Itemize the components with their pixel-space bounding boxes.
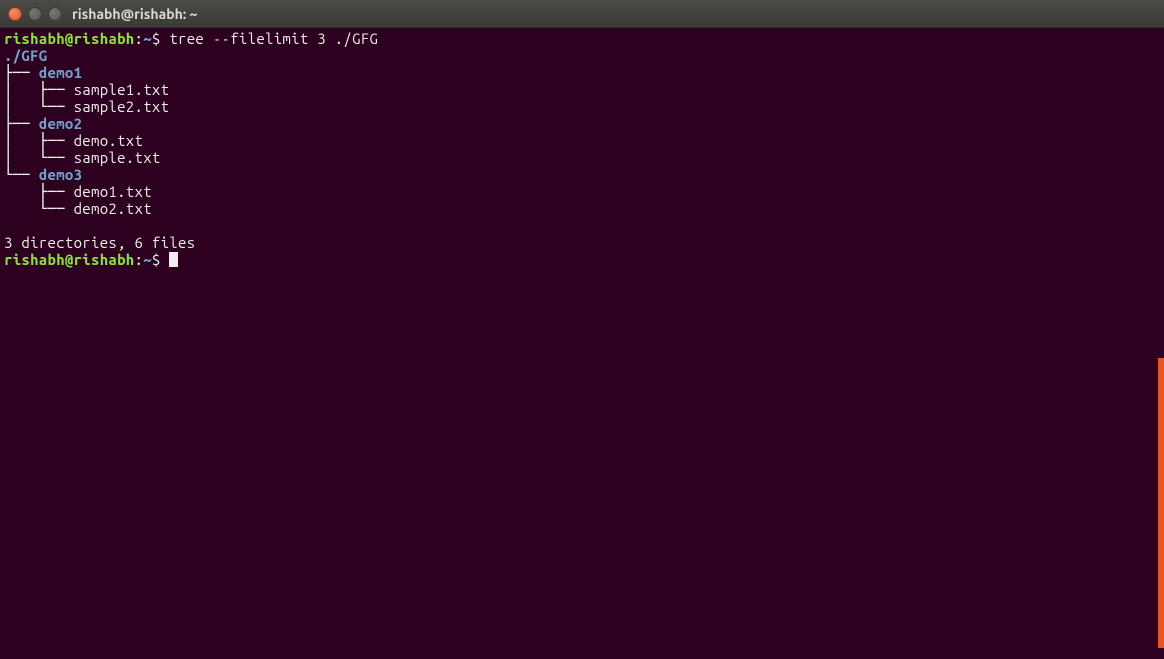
tree-prefix: ├── [4, 64, 39, 81]
command-line: rishabh@rishabh:~$ tree --filelimit 3 ./… [4, 30, 1160, 47]
prompt-user: rishabh@rishabh [4, 251, 135, 268]
summary-line: 3 directories, 6 files [4, 234, 1160, 251]
file-name: sample.txt [74, 149, 161, 166]
tree-line: │ ├── sample1.txt [4, 81, 1160, 98]
directory-name: demo3 [39, 166, 83, 183]
file-name: demo.txt [74, 132, 144, 149]
file-name: sample1.txt [74, 81, 170, 98]
tree-prefix: └── [4, 166, 39, 183]
close-button[interactable] [8, 7, 22, 21]
tree-line: │ └── sample2.txt [4, 98, 1160, 115]
tree-line: │ └── sample.txt [4, 149, 1160, 166]
prompt-path: ~ [143, 30, 152, 47]
tree-line: ├── demo2 [4, 115, 1160, 132]
terminal-body[interactable]: rishabh@rishabh:~$ tree --filelimit 3 ./… [0, 28, 1164, 659]
prompt-colon: : [135, 251, 144, 268]
tree-line: └── demo3 [4, 166, 1160, 183]
prompt-dollar: $ [152, 251, 161, 268]
prompt-dollar: $ [152, 30, 161, 47]
prompt-colon: : [135, 30, 144, 47]
tree-output: ├── demo1│ ├── sample1.txt│ └── sample2.… [4, 64, 1160, 217]
tree-prefix: │ ├── [4, 132, 74, 149]
tree-root: ./GFG [4, 47, 1160, 64]
tree-line: └── demo2.txt [4, 200, 1160, 217]
tree-prefix: │ ├── [4, 81, 74, 98]
tree-prefix: │ └── [4, 98, 74, 115]
prompt-user: rishabh@rishabh [4, 30, 135, 47]
prompt-line: rishabh@rishabh:~$ [4, 251, 1160, 268]
tree-prefix: └── [4, 200, 74, 217]
directory-name: demo1 [39, 64, 83, 81]
root-dir: ./GFG [4, 47, 48, 64]
tree-prefix: ├── [4, 115, 39, 132]
tree-prefix: │ └── [4, 149, 74, 166]
tree-line: │ ├── demo.txt [4, 132, 1160, 149]
tree-line: ├── demo1.txt [4, 183, 1160, 200]
tree-prefix: ├── [4, 183, 74, 200]
prompt-path: ~ [143, 251, 152, 268]
window-titlebar: rishabh@rishabh: ~ [0, 0, 1164, 28]
directory-name: demo2 [39, 115, 83, 132]
window-title: rishabh@rishabh: ~ [72, 6, 197, 22]
maximize-button[interactable] [48, 7, 62, 21]
blank-line [4, 217, 1160, 234]
cursor [169, 252, 178, 267]
minimize-button[interactable] [28, 7, 42, 21]
window-buttons [8, 7, 62, 21]
command-text: tree --filelimit 3 ./GFG [169, 30, 378, 47]
file-name: sample2.txt [74, 98, 170, 115]
scrollbar[interactable] [1158, 358, 1164, 648]
file-name: demo1.txt [74, 183, 152, 200]
file-name: demo2.txt [74, 200, 152, 217]
tree-line: ├── demo1 [4, 64, 1160, 81]
